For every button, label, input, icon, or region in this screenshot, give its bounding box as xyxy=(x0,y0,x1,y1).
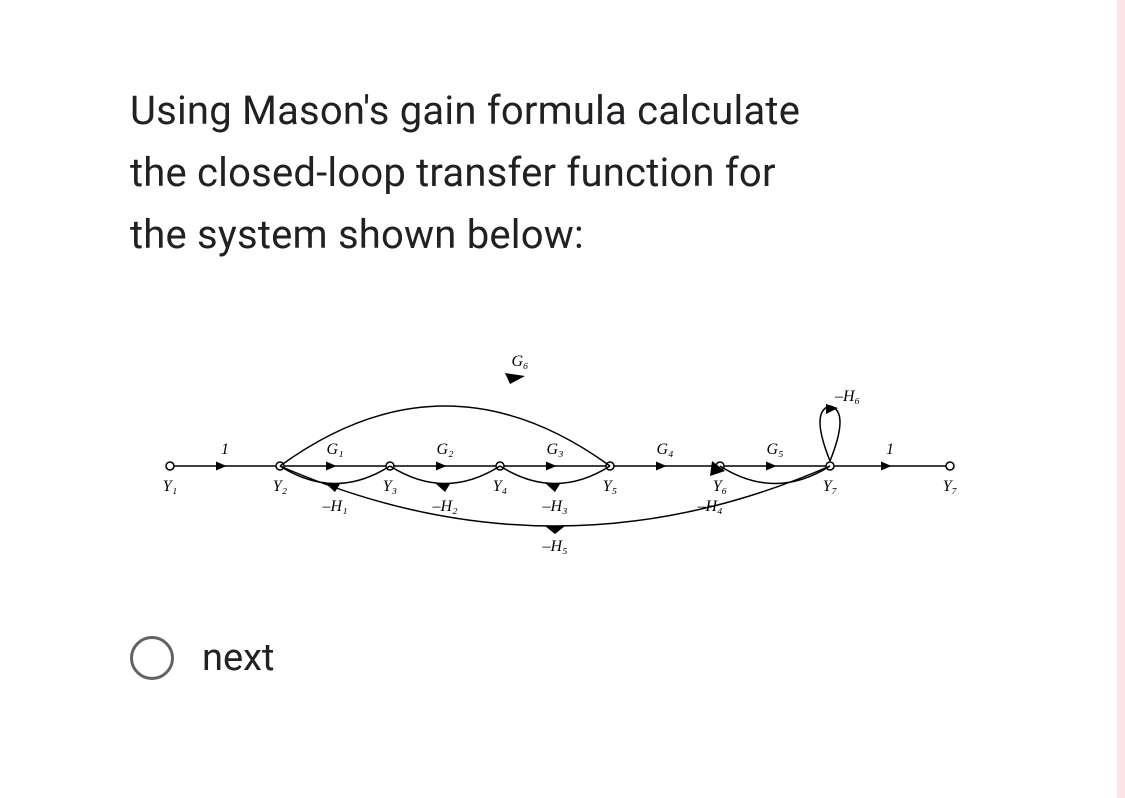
edge-h6-label: –H₆ xyxy=(834,388,860,405)
node-y2-label: Y₂ xyxy=(273,478,288,495)
radio-icon xyxy=(130,636,174,680)
edge-h3-label: –H₃ xyxy=(541,498,567,515)
node-y1-label: Y₁ xyxy=(163,478,177,495)
edge-h1-label: –H₁ xyxy=(321,498,347,515)
edge-h2-label: –H₂ xyxy=(431,498,458,515)
node-y3-label: Y₃ xyxy=(383,478,397,495)
edge-g6-label: G₆ xyxy=(511,353,528,370)
option-next[interactable]: next xyxy=(130,636,1065,680)
node-y6-label: Y₆ xyxy=(713,478,727,495)
node-y5-label: Y₅ xyxy=(603,478,617,495)
edge-h4-label: –H₄ xyxy=(696,498,722,515)
option-label: next xyxy=(202,636,274,680)
node-y8-label: Y₇ xyxy=(943,478,958,495)
node-y7-label: Y₇ xyxy=(823,478,838,495)
question-text: Using Mason's gain formula calculate the… xyxy=(130,80,1065,266)
edge-one-left-label: 1 xyxy=(221,441,229,458)
question-line-2: the closed-loop transfer function for xyxy=(130,149,776,196)
node-y4-label: Y₄ xyxy=(493,478,507,495)
question-line-3: the system shown below: xyxy=(130,211,584,258)
edge-g1-label: G₁ xyxy=(326,441,343,458)
signal-flow-graph: Y₁ Y₂ Y₃ Y₄ Y₅ Y₆ Y₇ Y₇ 1 G₁ G₂ G₃ G₄ G₅… xyxy=(130,326,1010,586)
edge-g2-label: G₂ xyxy=(436,441,454,458)
edge-g4-label: G₄ xyxy=(656,441,673,458)
question-line-1: Using Mason's gain formula calculate xyxy=(130,87,800,134)
page-accent-border xyxy=(1117,0,1125,798)
edge-g3-label: G₃ xyxy=(546,441,563,458)
edge-g5-label: G₅ xyxy=(766,441,783,458)
edge-one-right-label: 1 xyxy=(886,441,894,458)
edge-h5-label: –H₅ xyxy=(541,538,567,555)
